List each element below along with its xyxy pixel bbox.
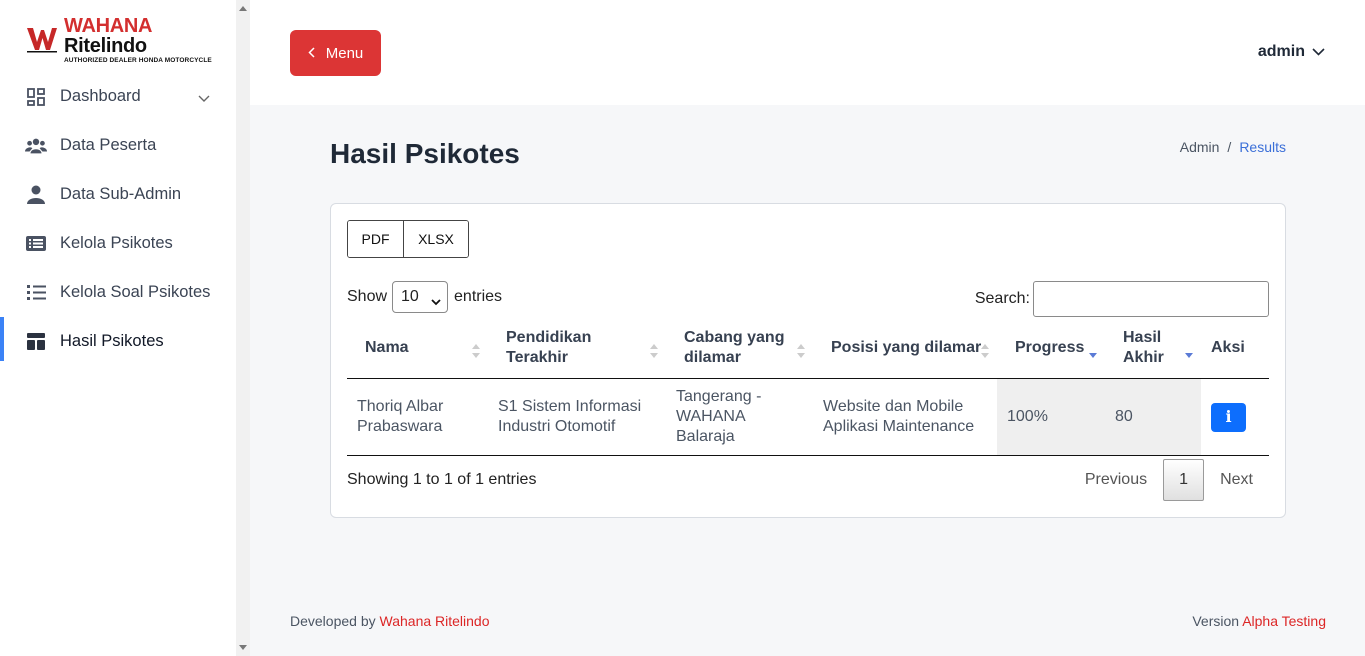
results-table: Nama Pendidikan Terakhir Cabang yang dil… [347,320,1269,456]
cell-pendidikan: S1 Sistem Informasi Industri Otomotif [488,378,666,456]
sort-desc-icon [1185,353,1193,358]
footer-developed-by: Developed by Wahana Ritelindo [290,613,490,629]
column-header-pendidikan[interactable]: Pendidikan Terakhir [488,320,666,379]
cell-progress: 100% [997,378,1105,456]
list-icon [25,283,47,303]
table-search: Search: [975,281,1269,317]
pagination-page-1[interactable]: 1 [1163,459,1205,501]
cell-nama: Thoriq Albar Prabaswara [347,378,488,456]
page-title: Hasil Psikotes [330,138,520,169]
wahana-logo-icon [26,25,58,55]
chevron-left-icon [308,45,315,62]
sidebar-item-label: Dashboard [60,87,141,105]
column-header-posisi[interactable]: Posisi yang dilamar [813,320,997,379]
breadcrumb-item-admin[interactable]: Admin [1180,139,1220,155]
user-dropdown[interactable]: admin [1258,43,1325,61]
sidebar-item-data-sub-admin[interactable]: Data Sub-Admin [0,170,236,219]
sort-both-icon [797,344,805,358]
sort-desc-icon [1089,353,1097,358]
sort-both-icon [650,344,658,358]
users-icon [25,136,47,156]
column-header-hasil-akhir[interactable]: Hasil Akhir [1105,320,1201,379]
sidebar-item-kelola-psikotes[interactable]: Kelola Psikotes [0,219,236,268]
sidebar-scrollbar[interactable] [236,0,250,656]
pagination: Previous 1 Next [1069,459,1269,501]
column-header-aksi: Aksi [1201,320,1269,379]
sidebar-item-hasil-psikotes[interactable]: Hasil Psikotes [0,317,236,366]
cell-aksi: i [1201,378,1269,456]
brand-tagline: AUTHORIZED DEALER HONDA MOTORCYCLE [64,57,212,64]
brand-logo[interactable]: WAHANA Ritelindo AUTHORIZED DEALER HONDA… [26,16,236,65]
sort-both-icon [981,344,989,358]
pagination-previous[interactable]: Previous [1069,459,1163,501]
scroll-down-arrow-icon[interactable] [239,645,247,650]
sort-both-icon [472,344,480,358]
sidebar-item-label: Kelola Soal Psikotes [60,283,211,301]
cell-posisi: Website dan Mobile Aplikasi Maintenance [813,378,997,456]
export-pdf-button[interactable]: PDF [348,221,404,257]
layout-icon [25,332,47,352]
column-header-nama[interactable]: Nama [347,320,488,379]
sidebar-item-data-peserta[interactable]: Data Peserta [0,121,236,170]
chevron-down-icon [198,89,210,108]
footer-version-link[interactable]: Alpha Testing [1242,613,1326,629]
sidebar-item-label: Data Sub-Admin [60,185,182,203]
scroll-up-arrow-icon[interactable] [239,6,247,11]
export-buttons: PDF XLSX [347,220,469,258]
length-prefix: Show [347,288,388,305]
footer-left-prefix: Developed by [290,613,376,629]
entries-length-control: Show 10 entries [347,281,502,313]
column-header-progress[interactable]: Progress [997,320,1105,379]
length-suffix: entries [454,288,503,305]
dashboard-grid-icon [25,87,47,107]
sidebar-item-label: Hasil Psikotes [60,332,164,350]
sidebar: WAHANA Ritelindo AUTHORIZED DEALER HONDA… [0,0,236,656]
user-name: admin [1257,43,1305,60]
brand-name-part1: WAHANA [64,15,152,37]
list-card-icon [25,234,47,254]
entries-select-value: 10 [401,288,419,305]
chevron-down-icon [1312,48,1325,56]
user-icon [25,185,47,205]
entries-select[interactable]: 10 [392,281,449,313]
sidebar-item-kelola-soal-psikotes[interactable]: Kelola Soal Psikotes [0,268,236,317]
breadcrumb-item-results: Results [1239,139,1286,155]
sidebar-item-dashboard[interactable]: Dashboard [0,72,236,121]
table-info: Showing 1 to 1 of 1 entries [347,471,537,488]
breadcrumb: Admin / Results [1180,139,1286,155]
sidebar-item-label: Data Peserta [60,136,157,154]
menu-button-label: Menu [325,44,364,62]
search-input[interactable] [1033,281,1269,317]
footer-developer-link[interactable]: Wahana Ritelindo [380,613,490,629]
brand-name-part2: Ritelindo [64,35,147,57]
cell-cabang: Tangerang - WAHANA Balaraja [666,378,813,456]
cell-hasil-akhir: 80 [1105,378,1201,456]
breadcrumb-separator: / [1227,139,1232,155]
table-row: Thoriq Albar Prabaswara S1 Sistem Inform… [347,378,1269,456]
info-button[interactable]: i [1211,402,1246,432]
footer-version: Version Alpha Testing [1192,613,1326,629]
menu-button[interactable]: Menu [290,30,381,76]
search-label: Search: [974,290,1030,307]
sidebar-nav: Dashboard Data Peserta Data Sub-Admin Ke… [0,72,236,366]
export-xlsx-button[interactable]: XLSX [404,221,468,257]
column-header-cabang[interactable]: Cabang yang dilamar [666,320,813,379]
chevron-down-icon [431,293,441,311]
pagination-next[interactable]: Next [1204,459,1269,501]
sidebar-item-label: Kelola Psikotes [60,234,173,252]
top-header: Menu admin [250,0,1365,105]
footer-right-prefix: Version [1192,613,1240,629]
table-header-row: Nama Pendidikan Terakhir Cabang yang dil… [347,320,1269,379]
info-icon: i [1225,407,1232,426]
results-card: PDF XLSX Show 10 entries Search: Nama Pe… [330,203,1286,518]
